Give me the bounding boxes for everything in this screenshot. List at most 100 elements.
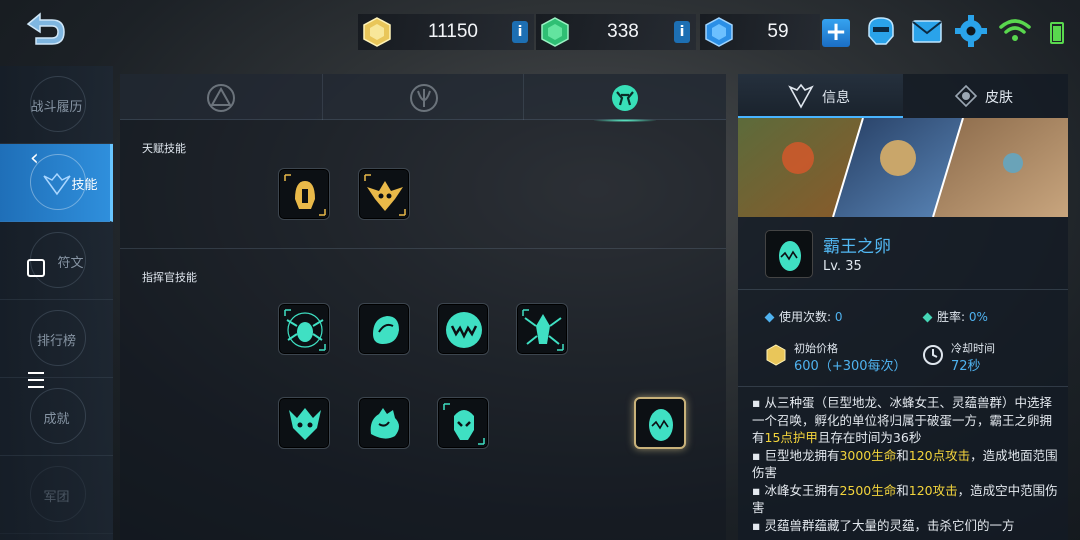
desc-text: ▪ 巨型地龙拥有: [752, 447, 840, 463]
add-diamond-button[interactable]: +: [822, 19, 850, 47]
protoss-emblem-icon: [410, 84, 438, 112]
gold-value: 11150: [427, 21, 478, 42]
winged-skull-icon: [364, 174, 406, 216]
commander-skill-2[interactable]: [358, 303, 410, 355]
desc-paragraph-3: ▪ 冰峰女王拥有2500生命和120攻击，造成空中范围伤害: [752, 482, 1062, 517]
commander-skills-title: 指挥官技能: [142, 271, 197, 284]
cooldown-value-text: 72秒: [951, 359, 981, 374]
sidebar-item-label: 排行榜: [36, 334, 76, 349]
price-label: 初始价格: [794, 342, 838, 355]
desc-text: 和: [896, 482, 909, 498]
tab-terran[interactable]: [120, 74, 322, 120]
price-value: 600（+300每次）: [794, 355, 907, 374]
sidebar-item-label: 战斗履历: [30, 100, 83, 115]
tab-skin[interactable]: 皮肤: [903, 74, 1068, 118]
commander-skill-4[interactable]: [516, 303, 568, 355]
desc-paragraph-2: ▪ 巨型地龙拥有3000生命和120点攻击，造成地面范围伤害: [752, 447, 1062, 482]
hamburger-menu-icon[interactable]: [28, 372, 44, 393]
commander-skill-7[interactable]: [437, 397, 489, 449]
gold-counter: 11150 i: [358, 14, 534, 50]
sidebar-item-label: 成就: [43, 412, 70, 427]
gear-icon[interactable]: [954, 14, 988, 48]
commander-skill-1[interactable]: [278, 303, 330, 355]
horned-beast-icon: [289, 408, 321, 440]
desc-text: 和: [896, 447, 909, 463]
detail-panel: 信息 皮肤 霸王之卵 Lv. 35 使用次数: 0 胜率: 0% 初始价格 60…: [738, 74, 1068, 540]
sidebar-item-battle-history[interactable]: 战斗履历: [0, 66, 113, 144]
crystal-icon: [541, 17, 569, 47]
pod-icon: [373, 316, 399, 344]
desc-highlight: 15点护甲: [764, 430, 818, 445]
sidebar-item-runes[interactable]: 符文: [0, 222, 113, 300]
unit-name: 霸王之卵: [823, 237, 891, 257]
desc-text: ▪ 冰峰女王拥有: [752, 482, 840, 498]
claw-hand-icon: [370, 408, 399, 439]
unit-description: ▪ 从三种蛋（巨型地龙、冰蜂女王、灵蕴兽群）中选择一个召唤，孵化的单位将归属于破…: [752, 394, 1062, 534]
uses-diamond-icon: [764, 312, 775, 323]
sidebar-item-leaderboard[interactable]: 排行榜: [0, 300, 113, 378]
commander-skill-3[interactable]: [437, 303, 489, 355]
winrate-value: 0%: [968, 310, 988, 324]
divider: [738, 289, 1068, 290]
skin-emblem-icon: [954, 84, 978, 108]
divider: [738, 386, 1068, 387]
floating-square-button[interactable]: [27, 259, 45, 277]
crystal-value: 338: [607, 21, 639, 42]
desc-highlight: 3000生命: [839, 447, 897, 463]
uses-value: 0: [834, 310, 843, 324]
back-button[interactable]: [22, 10, 68, 50]
race-tabs: [120, 74, 726, 122]
info-wing-icon: [788, 83, 814, 109]
clock-icon: [923, 345, 943, 365]
queen-bug-icon: [522, 309, 564, 351]
alien-skull-icon: [443, 403, 485, 445]
wifi-icon: [999, 19, 1031, 41]
egg-icon: [649, 409, 673, 441]
stat-uses: 使用次数: 0: [764, 308, 843, 325]
chevron-left-icon[interactable]: ‹: [30, 146, 39, 171]
winrate-label: 胜率:: [937, 310, 966, 324]
battery-icon: [1050, 22, 1064, 44]
zerg-emblem-icon: [612, 85, 638, 111]
unit-level: Lv. 35: [823, 259, 862, 274]
desc-paragraph-1: ▪ 从三种蛋（巨型地龙、冰蜂女王、灵蕴兽群）中选择一个召唤，孵化的单位将归属于破…: [752, 394, 1062, 447]
commander-skill-5[interactable]: [278, 397, 330, 449]
terran-emblem-icon: [207, 84, 235, 112]
talent-skill-2[interactable]: [358, 168, 410, 220]
commander-skill-overlord-egg[interactable]: [634, 397, 686, 449]
sidebar: 战斗履历 技能 符文 排行榜 成就 军团: [0, 66, 113, 540]
winrate-diamond-icon: [922, 312, 933, 323]
desc-highlight: 120攻击: [908, 482, 958, 498]
sidebar-item-skills[interactable]: 技能: [0, 144, 113, 222]
sidebar-item-legion[interactable]: 军团: [0, 456, 113, 534]
tab-info[interactable]: 信息: [738, 74, 903, 118]
sidebar-item-label: 军团: [43, 490, 70, 505]
skill-panel: 天赋技能 指挥官技能: [120, 74, 726, 540]
talent-skill-1[interactable]: [278, 168, 330, 220]
sidebar-item-achievements[interactable]: 成就: [0, 378, 113, 456]
tab-protoss[interactable]: [322, 74, 524, 120]
desc-paragraph-4: ▪ 灵蕴兽群蕴藏了大量的灵蕴，击杀它们的一方: [752, 517, 1015, 533]
back-arrow-icon: [26, 12, 65, 45]
commander-skill-6[interactable]: [358, 397, 410, 449]
mail-icon[interactable]: [910, 14, 944, 48]
crystal-info-button[interactable]: i: [674, 21, 690, 43]
spider-icon: [284, 309, 326, 351]
stat-winrate: 胜率: 0%: [922, 308, 988, 325]
tab-zerg[interactable]: [524, 74, 726, 122]
unit-banner-image: [738, 118, 1068, 217]
spartan-helmet-icon: [284, 174, 326, 216]
gold-info-button[interactable]: i: [512, 21, 528, 43]
coin-icon: [766, 344, 786, 366]
helmet-icon[interactable]: [864, 14, 898, 48]
cooldown-value: 72秒: [951, 355, 981, 374]
diamond-counter: 59: [700, 14, 820, 50]
gold-icon: [363, 17, 391, 47]
talent-skills-title: 天赋技能: [142, 142, 186, 155]
section-divider: [120, 248, 726, 249]
diamond-icon: [705, 17, 733, 47]
cooldown-label: 冷却时间: [951, 342, 995, 355]
uses-label: 使用次数:: [779, 310, 832, 324]
price-value-text: 600（+300每次）: [794, 359, 907, 374]
tab-skin-label: 皮肤: [985, 90, 1013, 106]
